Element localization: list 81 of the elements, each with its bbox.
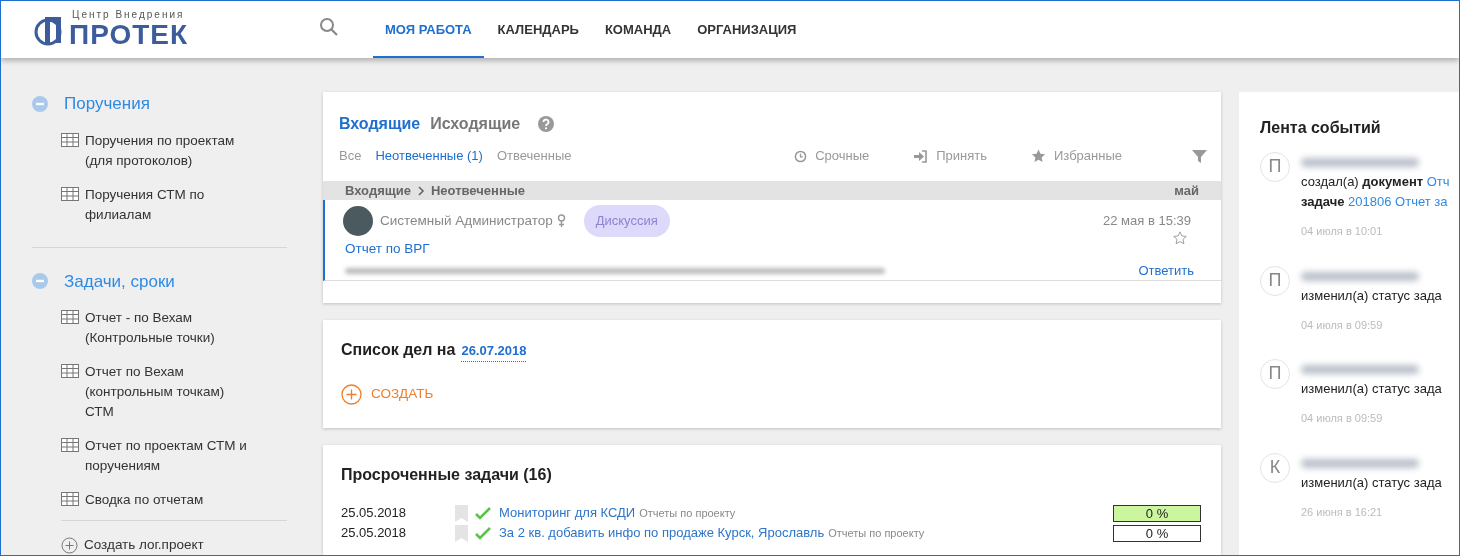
- create-button[interactable]: СОЗДАТЬ: [341, 384, 434, 405]
- event-time: 04 июля в 09:59: [1301, 411, 1384, 426]
- bookmark-icon[interactable]: [455, 504, 468, 522]
- progress-box: 0 %: [1113, 524, 1201, 542]
- report-link[interactable]: Отчет по Вехам (контрольным точкам) СТМ: [85, 362, 253, 422]
- table-icon: [61, 492, 79, 506]
- star-icon: [1031, 149, 1046, 163]
- nav-tab[interactable]: КОМАНДА: [592, 1, 684, 58]
- filter-tab[interactable]: Отвеченные: [496, 146, 572, 166]
- avatar-placeholder: [343, 205, 373, 236]
- bookmark-icon[interactable]: [455, 524, 468, 542]
- check-icon: [475, 526, 491, 540]
- filter-tab[interactable]: Неотвеченные (1): [375, 146, 483, 166]
- collapse-icon[interactable]: [32, 273, 48, 290]
- filter-icon[interactable]: [1192, 148, 1207, 164]
- message-row[interactable]: Системный Администратор Дискуссия 22 мая в 15:39 Отчет по ВРГ Ответить: [323, 200, 1221, 281]
- event-text: документ: [1362, 173, 1424, 191]
- month-label: май: [1174, 181, 1199, 200]
- inbox-tab[interactable]: Исходящие: [430, 112, 521, 136]
- check-icon: [475, 506, 491, 520]
- task-date: 25.05.2018: [341, 524, 408, 543]
- event-text: изменил(а) статус зада: [1301, 473, 1442, 492]
- author-name: Системный Администратор: [380, 211, 553, 230]
- table-icon: [61, 438, 79, 452]
- event-text: задаче: [1301, 193, 1345, 211]
- section-title[interactable]: Поручения: [64, 91, 150, 117]
- nav-tab[interactable]: ОРГАНИЗАЦИЯ: [685, 1, 809, 58]
- create-project-link[interactable]: Создать лог.проект: [84, 535, 204, 555]
- report-link[interactable]: Отчет по проектам СТМ и поручениям: [85, 436, 253, 476]
- report-link[interactable]: Отчет - по Вехам (Контрольные точки): [85, 308, 253, 348]
- clock-icon: [794, 149, 808, 163]
- event-time: 04 июля в 09:59: [1301, 317, 1384, 333]
- event-time: 04 июля в 10:01: [1301, 224, 1384, 239]
- logo-subtitle: Центр Внедрения: [72, 10, 186, 20]
- task-category: Отчеты по проекту: [639, 505, 736, 521]
- table-icon: [61, 186, 79, 201]
- collapse-icon[interactable]: [32, 95, 48, 112]
- event-text: изменил(а) статус зада: [1301, 286, 1442, 305]
- task-link[interactable]: Мониторинг для КСДИ: [499, 503, 636, 523]
- feed-title: Лента событий: [1260, 119, 1381, 136]
- reply-link[interactable]: Ответить: [1138, 260, 1194, 281]
- report-link[interactable]: Поручения СТМ по филиалам: [85, 184, 253, 225]
- nav-tab[interactable]: КАЛЕНДАРЬ: [485, 1, 591, 58]
- help-icon[interactable]: [538, 116, 555, 132]
- inbox-tab[interactable]: Входящие: [339, 112, 421, 136]
- table-icon: [61, 364, 79, 378]
- event-text: изменил(а) статус зада: [1301, 380, 1442, 398]
- star-outline-icon[interactable]: [1173, 230, 1187, 245]
- breadcrumb-item[interactable]: Входящие: [345, 180, 411, 201]
- logo-name: ПРОТЕК: [69, 21, 189, 49]
- filter-button[interactable]: Избранные: [1031, 146, 1122, 166]
- plus-circle-icon: [341, 384, 362, 405]
- report-link[interactable]: Сводка по отчетам: [85, 490, 253, 510]
- search-icon[interactable]: [319, 16, 339, 37]
- plus-circle-icon: [61, 536, 78, 554]
- table-icon: [61, 132, 79, 147]
- event-time: 26 июня в 16:21: [1301, 504, 1384, 520]
- chevron-right-icon: [416, 185, 425, 196]
- table-icon: [61, 310, 79, 324]
- task-link[interactable]: За 2 кв. добавить инфо по продаже Курск, Ярославль: [499, 523, 825, 543]
- filter-tab[interactable]: Все: [339, 146, 362, 166]
- task-category: Отчеты по проекту: [828, 525, 925, 541]
- card-title: Просроченные задачи (16): [341, 466, 552, 483]
- progress-box: 0 %: [1113, 504, 1201, 522]
- event-link[interactable]: 201806 Отчет за: [1344, 193, 1448, 211]
- task-date: 25.05.2018: [341, 504, 408, 523]
- report-link[interactable]: Поручения по проектам (для протоколов): [85, 130, 253, 171]
- filter-button[interactable]: Срочные: [794, 146, 870, 166]
- female-sign-icon: [556, 214, 566, 228]
- filter-button[interactable]: Принять: [913, 146, 987, 166]
- sign-in-icon: [913, 149, 929, 163]
- card-title: Список дел на: [341, 340, 456, 360]
- message-date: 22 мая в 15:39: [1103, 212, 1191, 230]
- section-title[interactable]: Задачи, сроки: [64, 268, 175, 294]
- date-link[interactable]: 26.07.2018: [461, 341, 527, 362]
- nav-tab[interactable]: МОЯ РАБОТА: [373, 1, 484, 58]
- breadcrumb-item[interactable]: Неотвеченные: [430, 180, 526, 201]
- event-link[interactable]: Отч: [1423, 173, 1450, 191]
- message-subject-link[interactable]: Отчет по ВРГ: [345, 238, 430, 259]
- discussion-tag: Дискуссия: [583, 205, 670, 237]
- event-text: создал(а): [1301, 173, 1360, 191]
